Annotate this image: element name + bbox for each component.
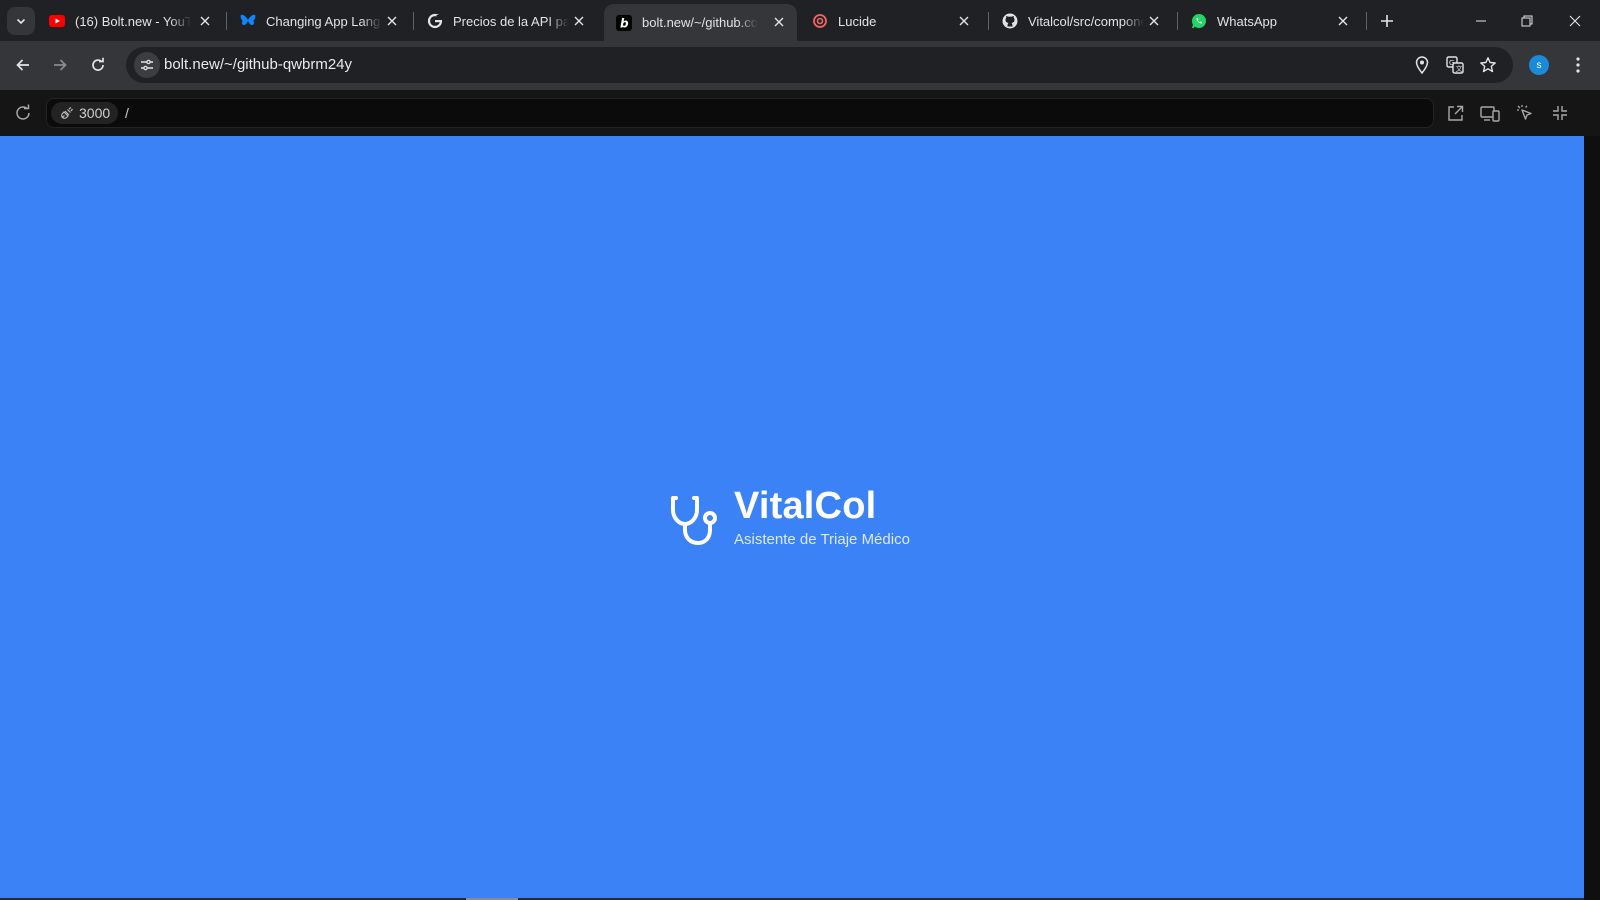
port-selector[interactable]: 3000 [51, 102, 119, 124]
bookmark-button[interactable] [1477, 54, 1499, 76]
minimize-button[interactable] [1458, 0, 1504, 41]
translate-button[interactable]: G文 [1444, 54, 1466, 76]
profile-avatar[interactable]: s [1529, 55, 1549, 75]
tab-bolt-active[interactable]: b bolt.new/~/github.com [604, 4, 797, 41]
browser-menu-button[interactable] [1563, 50, 1593, 80]
tab-separator [226, 12, 227, 30]
pointer-select-icon [1517, 105, 1532, 120]
google-icon [427, 13, 443, 29]
close-icon[interactable] [1146, 13, 1162, 29]
arrow-left-icon [16, 59, 29, 71]
devices-icon [1480, 105, 1500, 122]
inspector-button[interactable] [1514, 102, 1536, 124]
tab-title: Vitalcol/src/components [1028, 13, 1144, 29]
close-icon[interactable] [1335, 13, 1351, 29]
tab-precios-api[interactable]: Precios de la API para [415, 5, 597, 37]
close-icon[interactable] [956, 13, 972, 29]
preview-reload-button[interactable] [12, 102, 34, 124]
star-icon [1480, 57, 1496, 73]
app-name: VitalCol [734, 485, 877, 527]
tab-title: Lucide [838, 13, 877, 29]
restore-button[interactable] [1504, 0, 1550, 41]
whatsapp-icon [1191, 13, 1207, 29]
restore-icon [1521, 15, 1533, 26]
app-tagline: Asistente de Triaje Médico [734, 531, 910, 548]
location-pin-icon [1415, 56, 1429, 74]
preview-url-field[interactable]: 3000 / [46, 98, 1434, 128]
new-tab-button[interactable] [1374, 8, 1400, 34]
site-info-button[interactable] [134, 52, 160, 78]
chevron-down-icon [16, 18, 26, 25]
minimize-2-icon [1553, 106, 1567, 120]
scrollbar-track[interactable] [1584, 136, 1600, 900]
tab-youtube[interactable]: (16) Bolt.new - YouTube [37, 5, 223, 37]
tab-lucide[interactable]: Lucide [800, 5, 982, 37]
address-bar[interactable]: bolt.new/~/github-qwbrm24y G文 [126, 47, 1513, 83]
lucide-icon [812, 13, 828, 29]
tab-changing-app-language[interactable]: Changing App Language [228, 5, 410, 37]
window-close-button[interactable] [1552, 0, 1598, 41]
tab-whatsapp[interactable]: WhatsApp [1179, 5, 1361, 37]
tune-icon [141, 59, 153, 71]
close-icon [1569, 15, 1581, 26]
tab-title: (16) Bolt.new - YouTube [75, 13, 191, 29]
stethoscope-icon [671, 496, 717, 546]
bluesky-icon [240, 13, 256, 29]
device-preview-button[interactable] [1479, 102, 1501, 124]
bolt-icon: b [616, 14, 632, 31]
translate-icon: G文 [1446, 56, 1464, 74]
youtube-icon [49, 13, 65, 29]
reload-icon [92, 57, 104, 71]
close-icon[interactable] [571, 13, 587, 29]
tab-title: WhatsApp [1217, 13, 1277, 29]
forward-button[interactable] [45, 50, 75, 80]
refresh-icon [16, 104, 30, 120]
exit-fullscreen-button[interactable] [1549, 102, 1571, 124]
tab-separator [1177, 12, 1178, 30]
tab-title: Precios de la API para [453, 13, 569, 29]
close-icon[interactable] [384, 13, 400, 29]
tab-title: bolt.new/~/github.com [642, 15, 758, 30]
close-icon[interactable] [197, 13, 213, 29]
tab-search-button[interactable] [7, 7, 35, 35]
plug-icon [59, 106, 73, 120]
open-in-new-tab-button[interactable] [1444, 102, 1466, 124]
tab-title: Changing App Language [266, 13, 382, 29]
tab-separator [413, 12, 414, 30]
external-link-icon [1447, 105, 1463, 121]
location-button[interactable] [1411, 54, 1433, 76]
port-number: 3000 [79, 105, 111, 121]
tab-separator [988, 12, 989, 30]
app-brand: VitalCol Asistente de Triaje Médico [670, 484, 910, 548]
tab-github-vitalcol[interactable]: Vitalcol/src/components [990, 5, 1172, 37]
github-icon [1002, 13, 1018, 29]
preview-toolbar: 3000 / [0, 90, 1600, 136]
reload-button[interactable] [83, 50, 113, 80]
tab-separator [1366, 12, 1367, 30]
svg-text:b: b [620, 16, 629, 30]
close-icon[interactable] [771, 14, 787, 30]
more-vertical-icon [1576, 57, 1580, 73]
arrow-right-icon [54, 59, 67, 71]
svg-text:G: G [1449, 59, 1454, 67]
minimize-icon [1476, 20, 1486, 21]
url-text[interactable]: bolt.new/~/github-qwbrm24y [164, 56, 352, 73]
svg-text:文: 文 [1456, 64, 1463, 73]
browser-toolbar: bolt.new/~/github-qwbrm24y G文 s [0, 41, 1600, 90]
back-button[interactable] [8, 50, 38, 80]
tab-strip: (16) Bolt.new - YouTube Changing App Lan… [0, 0, 1600, 41]
plus-icon [1381, 15, 1393, 27]
preview-path[interactable]: / [125, 105, 129, 121]
